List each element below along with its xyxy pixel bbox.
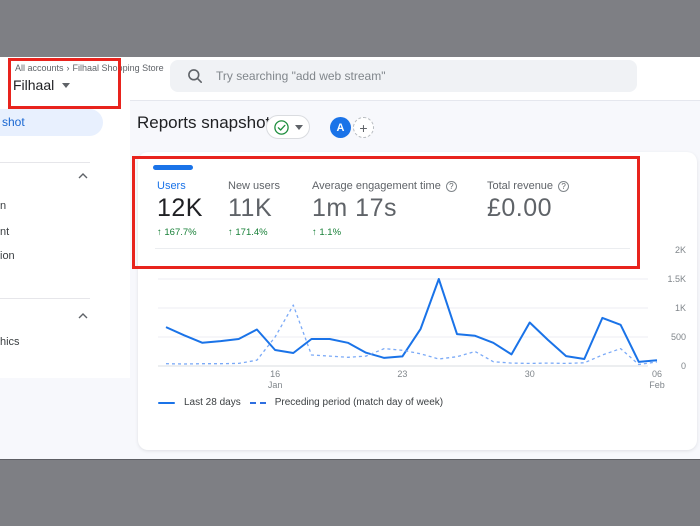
metric-label: Average engagement time bbox=[312, 180, 441, 192]
users-over-time-chart[interactable]: 0 500 1K 1.5K 2K 16Jan 23 30 06Feb bbox=[148, 246, 697, 396]
add-comparison-button[interactable]: + bbox=[353, 117, 374, 138]
page-title: Reports snapshot bbox=[137, 113, 270, 133]
letterbox-top bbox=[0, 0, 700, 57]
svg-text:500: 500 bbox=[671, 332, 686, 342]
help-icon[interactable]: ? bbox=[558, 181, 569, 192]
check-circle-icon bbox=[274, 120, 289, 135]
solid-line-swatch bbox=[158, 402, 175, 404]
svg-text:1K: 1K bbox=[675, 303, 686, 313]
svg-text:Feb: Feb bbox=[649, 380, 665, 390]
metric-delta bbox=[487, 227, 569, 238]
collapse-chevron-icon[interactable] bbox=[78, 173, 88, 179]
metric-value: 12K bbox=[157, 195, 203, 221]
app-header: All accounts › Filhaal Shopping Store Fi… bbox=[0, 57, 700, 101]
sidebar-item-acquisition[interactable]: n bbox=[0, 200, 6, 212]
collapse-chevron-icon[interactable] bbox=[78, 313, 88, 319]
left-nav: shot n nt ion hics bbox=[0, 100, 130, 378]
sidebar-item-engagement[interactable]: nt bbox=[0, 226, 9, 238]
svg-text:1.5K: 1.5K bbox=[667, 274, 686, 284]
metric-delta: ↑ 1.1% bbox=[312, 227, 457, 238]
sidebar-divider bbox=[0, 298, 90, 299]
metric-users[interactable]: Users 12K ↑ 167.7% bbox=[157, 180, 203, 238]
search-placeholder: Try searching "add web stream" bbox=[216, 69, 385, 83]
metric-label: Total revenue bbox=[487, 180, 553, 192]
svg-text:Jan: Jan bbox=[268, 380, 283, 390]
metric-value: 1m 17s bbox=[312, 195, 457, 221]
svg-text:06: 06 bbox=[652, 369, 662, 379]
caret-down-icon bbox=[295, 125, 303, 130]
svg-text:23: 23 bbox=[397, 369, 407, 379]
metric-delta: ↑ 171.4% bbox=[228, 227, 280, 238]
svg-text:16: 16 bbox=[270, 369, 280, 379]
breadcrumb-current[interactable]: Filhaal Shopping Store bbox=[73, 63, 164, 73]
metric-delta: ↑ 167.7% bbox=[157, 227, 203, 238]
legend-label-preceding: Preceding period (match day of week) bbox=[275, 397, 443, 408]
account-switcher-label: Filhaal bbox=[13, 77, 54, 93]
account-switcher[interactable]: Filhaal bbox=[13, 77, 70, 93]
breadcrumb-root[interactable]: All accounts bbox=[15, 63, 64, 73]
search-icon bbox=[187, 68, 203, 84]
sidebar-item-monetization[interactable]: ion bbox=[0, 250, 15, 262]
search-bar[interactable]: Try searching "add web stream" bbox=[170, 60, 637, 92]
caret-down-icon bbox=[62, 83, 70, 88]
report-status-dropdown[interactable] bbox=[266, 115, 310, 139]
svg-text:0: 0 bbox=[681, 361, 686, 371]
metric-new-users[interactable]: New users 11K ↑ 171.4% bbox=[228, 180, 280, 238]
metric-total-revenue[interactable]: Total revenue ? £0.00 bbox=[487, 180, 569, 238]
selected-tab-indicator bbox=[153, 165, 193, 170]
metric-avg-engagement-time[interactable]: Average engagement time ? 1m 17s ↑ 1.1% bbox=[312, 180, 457, 238]
help-icon[interactable]: ? bbox=[446, 181, 457, 192]
legend-label-current: Last 28 days bbox=[184, 397, 241, 408]
metric-value: £0.00 bbox=[487, 195, 569, 221]
plus-icon: + bbox=[359, 120, 367, 136]
svg-text:30: 30 bbox=[525, 369, 535, 379]
sidebar-item-demographics[interactable]: hics bbox=[0, 336, 20, 348]
breadcrumb: All accounts › Filhaal Shopping Store bbox=[15, 63, 164, 73]
metric-label: Users bbox=[157, 180, 186, 192]
metric-value: 11K bbox=[228, 195, 280, 221]
letterbox-bottom bbox=[0, 459, 700, 526]
sidebar-item-reports-snapshot[interactable]: shot bbox=[0, 109, 103, 136]
breadcrumb-separator-icon: › bbox=[67, 63, 70, 73]
avatar[interactable]: A bbox=[330, 117, 351, 138]
dashed-line-swatch bbox=[250, 402, 266, 404]
metric-label: New users bbox=[228, 180, 280, 192]
sidebar-divider bbox=[0, 162, 90, 163]
svg-text:2K: 2K bbox=[675, 246, 686, 255]
chart-legend: Last 28 days Preceding period (match day… bbox=[158, 397, 443, 408]
snapshot-card: Users 12K ↑ 167.7% New users 11K ↑ 171.4… bbox=[138, 152, 697, 450]
